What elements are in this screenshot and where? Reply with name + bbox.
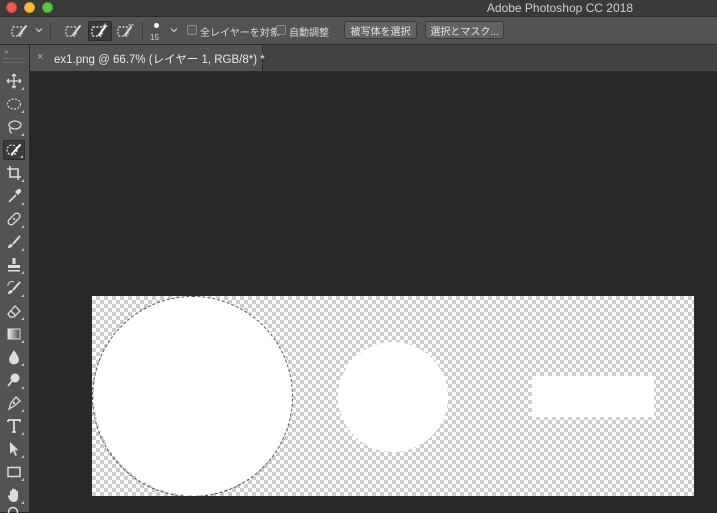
tool-flyout-indicator: [21, 363, 24, 366]
quick-selection-brush-icon: [10, 23, 30, 39]
tool-flyout-indicator: [21, 409, 24, 412]
eyedropper-icon: [6, 188, 22, 204]
tool-flyout-indicator: [21, 271, 24, 274]
canvas-workspace[interactable]: [30, 72, 717, 512]
move-icon: [6, 73, 22, 89]
quick-selection-subtract-icon: [116, 23, 136, 39]
gradient-tool[interactable]: [3, 324, 25, 344]
document-tab[interactable]: × ex1.png @ 66.7% (レイヤー 1, RGB/8*) *: [30, 45, 263, 71]
chevron-down-icon[interactable]: [35, 26, 43, 34]
close-icon[interactable]: ×: [37, 51, 43, 63]
select-subject-button[interactable]: 被写体を選択: [344, 21, 417, 39]
history-brush-tool[interactable]: [3, 278, 25, 298]
sample-all-layers-label: 全レイヤーを対象: [200, 24, 280, 39]
selection-marquee: [92, 296, 293, 496]
rectangle-icon: [6, 464, 22, 480]
title-bar: Adobe Photoshop CC 2018: [0, 0, 717, 17]
dodge-icon: [6, 372, 22, 388]
window-minimize-button[interactable]: [24, 2, 35, 13]
tools-panel: ››: [0, 45, 30, 512]
type-icon: [6, 418, 22, 434]
white-rectangle: [532, 376, 654, 417]
lasso-icon: [6, 119, 22, 135]
document-tab-bar: × ex1.png @ 66.7% (レイヤー 1, RGB/8*) *: [30, 45, 717, 72]
panel-grip[interactable]: [3, 58, 25, 63]
window-maximize-button[interactable]: [42, 2, 53, 13]
tool-flyout-indicator: [21, 317, 24, 320]
crop-tool[interactable]: [3, 163, 25, 183]
dodge-tool[interactable]: [3, 370, 25, 390]
tool-flyout-indicator: [21, 432, 24, 435]
tool-flyout-indicator: [21, 478, 24, 481]
new-selection-button[interactable]: [62, 21, 86, 41]
window-close-button[interactable]: [6, 2, 17, 13]
ellipse-marquee-icon: [6, 96, 22, 112]
subtract-from-selection-button[interactable]: [114, 21, 138, 41]
healing-brush-tool[interactable]: [3, 209, 25, 229]
rectangle-tool[interactable]: [3, 462, 25, 482]
document-canvas[interactable]: [92, 296, 694, 496]
brush-icon: [6, 234, 22, 250]
hand-icon: [6, 487, 22, 503]
droplet-icon: [6, 349, 22, 365]
app-title: Adobe Photoshop CC 2018: [487, 1, 633, 15]
tool-flyout-indicator: [20, 155, 23, 158]
blur-tool[interactable]: [3, 347, 25, 367]
hand-tool[interactable]: [3, 485, 25, 505]
bandage-icon: [6, 211, 22, 227]
divider: [50, 22, 51, 40]
divider: [142, 22, 143, 40]
quick-selection-new-icon: [64, 23, 84, 39]
tool-flyout-indicator: [21, 110, 24, 113]
quick-selection-add-icon: [90, 23, 110, 39]
history-brush-icon: [6, 280, 22, 296]
auto-enhance-checkbox[interactable]: [276, 25, 286, 35]
tool-flyout-indicator: [21, 133, 24, 136]
tool-flyout-indicator: [21, 340, 24, 343]
chevron-down-icon[interactable]: [170, 26, 178, 34]
elliptical-marquee-tool[interactable]: [3, 94, 25, 114]
quick-selection-tool[interactable]: [3, 140, 25, 160]
auto-enhance-label: 自動調整: [289, 24, 329, 39]
brush-size-value: 15: [150, 33, 159, 42]
tool-flyout-indicator: [21, 386, 24, 389]
move-tool[interactable]: [3, 71, 25, 91]
tool-flyout-indicator: [21, 87, 24, 90]
tool-flyout-indicator: [21, 501, 24, 504]
gradient-icon: [6, 326, 22, 342]
lasso-tool[interactable]: [3, 117, 25, 137]
document-tab-title: ex1.png @ 66.7% (レイヤー 1, RGB/8*) *: [54, 51, 265, 67]
tool-flyout-indicator: [21, 455, 24, 458]
path-selection-tool[interactable]: [3, 439, 25, 459]
tool-flyout-indicator: [21, 225, 24, 228]
select-and-mask-button[interactable]: 選択とマスク...: [425, 21, 504, 39]
eraser-tool[interactable]: [3, 301, 25, 321]
type-tool[interactable]: [3, 416, 25, 436]
crop-icon: [6, 165, 22, 181]
tool-flyout-indicator: [21, 248, 24, 251]
pen-icon: [6, 395, 22, 411]
tool-preset-picker[interactable]: [8, 21, 32, 41]
tool-flyout-indicator: [21, 202, 24, 205]
tool-flyout-indicator: [21, 294, 24, 297]
eyedropper-tool[interactable]: [3, 186, 25, 206]
add-to-selection-button[interactable]: [88, 21, 112, 41]
panel-collapse-toggle[interactable]: ››: [4, 47, 7, 56]
brush-preview-dot[interactable]: [154, 23, 159, 28]
arrow-cursor-icon: [6, 441, 22, 457]
eraser-icon: [6, 303, 22, 319]
pen-tool[interactable]: [3, 393, 25, 413]
clone-stamp-tool[interactable]: [3, 255, 25, 275]
stamp-icon: [6, 257, 22, 273]
tool-flyout-indicator: [21, 179, 24, 182]
sample-all-layers-checkbox[interactable]: [187, 25, 197, 35]
medium-white-circle: [338, 342, 448, 452]
brush-tool[interactable]: [3, 232, 25, 252]
